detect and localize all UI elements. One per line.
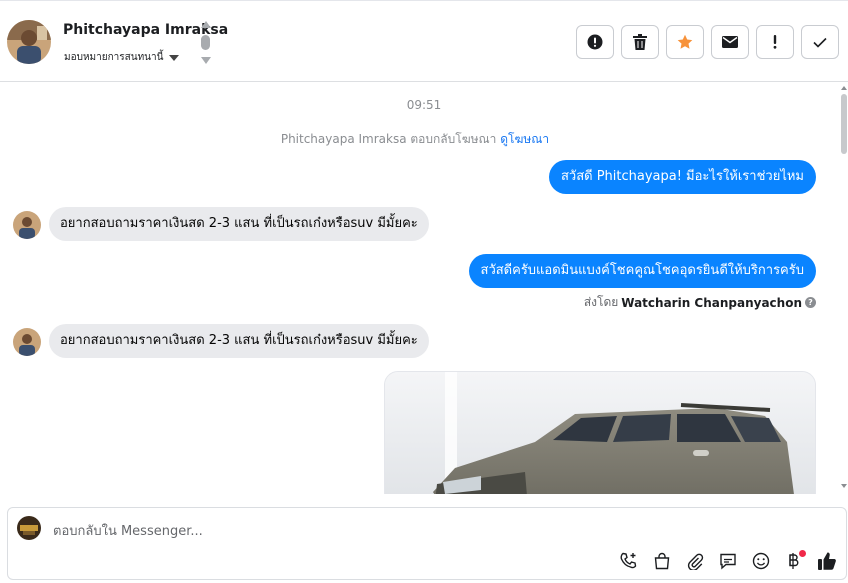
mark-unread-button[interactable]	[711, 25, 749, 59]
scroll-down-arrow-icon[interactable]	[841, 484, 847, 488]
outgoing-message[interactable]: สวัสดีครับแอดมินแบงค์โชคคูณโชคอุดรยินดีใ…	[468, 254, 816, 288]
scroll-up-arrow-icon[interactable]	[841, 86, 847, 90]
paperclip-icon[interactable]	[684, 550, 706, 572]
assign-label: มอบหมายการสนทนานี้	[64, 52, 164, 63]
trash-icon	[633, 34, 647, 50]
ad-reply-notice: Phitchayapa Imraksa ตอบกลับโฆษณา ดูโฆษณา	[0, 130, 830, 149]
contact-avatar-small	[13, 328, 41, 356]
sender-name: Watcharin Chanpanyachon	[621, 295, 802, 310]
scroll-thumb[interactable]	[841, 94, 847, 154]
sent-by-info: ส่งโดย Watcharin Chanpanyachon ?	[584, 293, 816, 312]
sent-by-label: ส่งโดย	[583, 295, 619, 309]
scroll-thumb[interactable]	[201, 35, 210, 50]
star-icon	[677, 34, 693, 49]
message-thread[interactable]: 09:51 Phitchayapa Imraksa ตอบกลับโฆษณา ด…	[0, 82, 848, 494]
thumbs-up-icon[interactable]	[816, 550, 838, 572]
outgoing-message[interactable]: สวัสดี Phitchayapa! มีอะไรให้เราช่วยไหม	[548, 160, 816, 194]
car-photo-attachment[interactable]	[384, 371, 816, 494]
spam-button[interactable]	[576, 25, 614, 59]
assign-conversation-dropdown[interactable]: มอบหมายการสนทนานี้	[64, 50, 180, 65]
alert-circle-icon	[587, 34, 603, 50]
help-icon[interactable]: ?	[805, 297, 816, 308]
composer-toolbar	[618, 550, 838, 572]
conversation-scroll-control[interactable]	[200, 19, 212, 65]
shopping-bag-icon[interactable]	[651, 550, 673, 572]
arrow-up-icon[interactable]	[201, 21, 211, 28]
chat-scrollbar[interactable]	[840, 82, 848, 494]
conversation-header: Phitchayapa Imraksa มอบหมายการสนทนานี้	[0, 0, 848, 82]
message-timestamp: 09:51	[406, 98, 442, 112]
delete-button[interactable]	[621, 25, 659, 59]
saved-reply-icon[interactable]	[717, 550, 739, 572]
baht-payment-icon[interactable]	[783, 550, 806, 572]
conversation-actions	[576, 25, 839, 59]
reply-composer: ตอบกลับใน Messenger...	[7, 507, 847, 580]
check-icon	[813, 37, 827, 48]
contact-avatar-small	[13, 211, 41, 239]
incoming-message[interactable]: อยากสอบถามราคาเงินสด 2-3 แสน ที่เป็นรถเก…	[49, 324, 429, 358]
emoji-icon[interactable]	[750, 550, 772, 572]
incoming-message[interactable]: อยากสอบถามราคาเงินสด 2-3 แสน ที่เป็นรถเก…	[49, 207, 429, 241]
star-button[interactable]	[666, 25, 704, 59]
caret-down-icon	[169, 54, 180, 61]
arrow-down-icon[interactable]	[201, 57, 211, 64]
follow-up-button[interactable]	[756, 25, 794, 59]
reply-input[interactable]: ตอบกลับใน Messenger...	[53, 520, 203, 541]
mark-done-button[interactable]	[801, 25, 839, 59]
phone-plus-icon[interactable]	[618, 550, 640, 572]
view-ad-link[interactable]: ดูโฆษณา	[500, 132, 549, 146]
notification-dot	[799, 550, 806, 557]
contact-avatar[interactable]	[7, 20, 51, 64]
ad-reply-text: Phitchayapa Imraksa ตอบกลับโฆษณา	[280, 132, 497, 146]
exclamation-icon	[773, 35, 777, 49]
page-avatar	[17, 516, 41, 540]
envelope-icon	[722, 36, 738, 48]
